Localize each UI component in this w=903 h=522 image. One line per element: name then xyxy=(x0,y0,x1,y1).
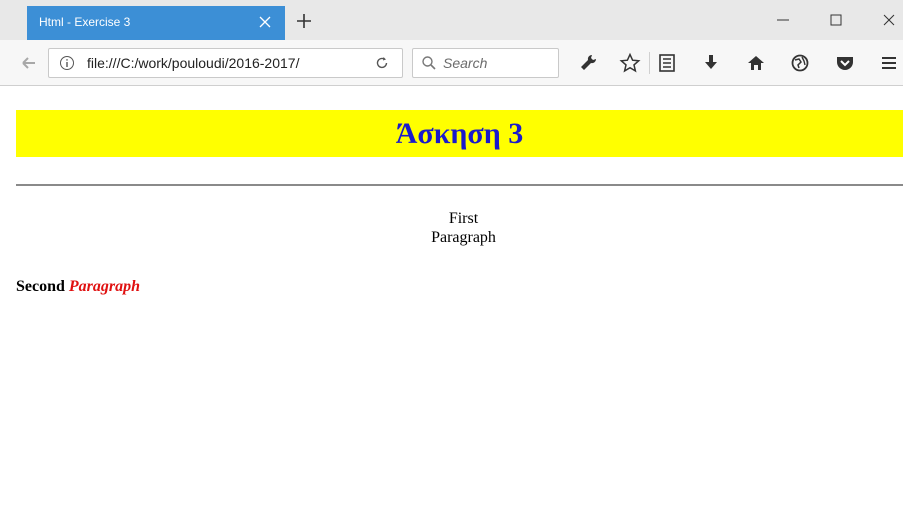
first-paragraph-line1: First xyxy=(448,210,479,227)
heading-banner: Άσκηση 3 xyxy=(16,110,903,157)
home-icon[interactable] xyxy=(745,52,767,74)
toolbar-separator xyxy=(649,52,650,74)
url-text[interactable]: file:///C:/work/pouloudi/2016-2017/ xyxy=(87,55,365,71)
tab-active[interactable]: Html - Exercise 3 xyxy=(27,6,285,40)
globe-icon[interactable] xyxy=(789,52,811,74)
window-close-icon[interactable] xyxy=(880,11,898,29)
info-icon[interactable] xyxy=(59,55,75,71)
first-paragraph: First Paragraph xyxy=(16,209,903,247)
back-arrow-icon[interactable] xyxy=(20,54,38,72)
reload-icon[interactable] xyxy=(374,55,390,71)
horizontal-rule xyxy=(16,184,903,186)
second-paragraph-bold: Second xyxy=(16,278,65,295)
maximize-icon[interactable] xyxy=(827,11,845,29)
page-content: Άσκηση 3 First Paragraph Second Paragrap… xyxy=(0,87,903,522)
search-bar[interactable] xyxy=(412,48,559,78)
url-bar[interactable]: file:///C:/work/pouloudi/2016-2017/ xyxy=(48,48,403,78)
second-paragraph-italic: Paragraph xyxy=(68,278,141,295)
wrench-icon[interactable] xyxy=(577,52,599,74)
tab-strip: Html - Exercise 3 xyxy=(0,0,903,40)
pocket-icon[interactable] xyxy=(834,52,856,74)
first-paragraph-line2: Paragraph xyxy=(431,229,496,246)
download-icon[interactable] xyxy=(700,52,722,74)
star-icon[interactable] xyxy=(619,52,641,74)
navigation-toolbar: file:///C:/work/pouloudi/2016-2017/ xyxy=(0,40,903,86)
second-paragraph: Second Paragraph xyxy=(16,278,140,296)
hamburger-menu-icon[interactable] xyxy=(878,52,900,74)
minimize-icon[interactable] xyxy=(774,11,792,29)
library-icon[interactable] xyxy=(656,52,678,74)
tab-title: Html - Exercise 3 xyxy=(39,15,131,29)
search-input[interactable] xyxy=(443,54,553,72)
tab-close-icon[interactable] xyxy=(255,12,275,32)
new-tab-plus-icon[interactable] xyxy=(293,10,315,32)
page-heading: Άσκηση 3 xyxy=(395,117,524,150)
search-icon xyxy=(422,56,436,70)
